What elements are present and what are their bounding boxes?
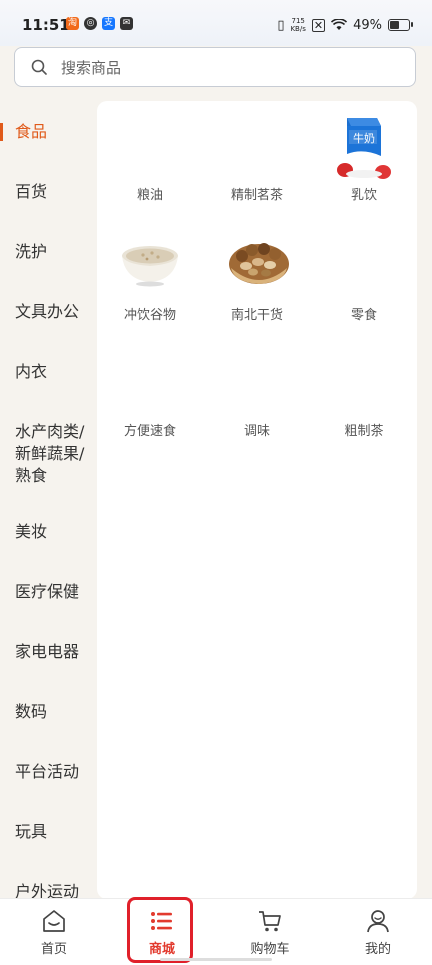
alipay-notification-icon: 支 xyxy=(102,17,115,30)
cart-icon xyxy=(259,911,281,932)
battery-percent: 49% xyxy=(353,17,382,33)
sim-off-icon: ✕ xyxy=(311,18,326,32)
sidebar-item-digital[interactable]: 数码 xyxy=(0,701,96,723)
taobao-notification-icon: 淘 xyxy=(66,17,79,30)
sidebar-item-food[interactable]: 食品 xyxy=(0,121,96,143)
subcategory-dried-goods[interactable]: 南北干货 xyxy=(207,234,307,323)
subcategory-coarse-tea[interactable]: 粗制茶 xyxy=(314,350,414,439)
subcategory-snacks[interactable]: 零食 xyxy=(314,234,414,323)
subcategory-fine-tea[interactable]: 精制茗茶 xyxy=(207,114,307,203)
subcategory-dairy-drinks[interactable]: 牛奶 乳饮 xyxy=(314,114,414,203)
home-icon xyxy=(43,910,65,932)
sidebar-item-general-goods[interactable]: 百货 xyxy=(0,181,96,203)
sidebar-item-stationery[interactable]: 文具办公 xyxy=(0,301,96,323)
vibrate-icon: ▯ xyxy=(277,17,285,33)
bottom-navigation: 首页 商城 购物车 我的 xyxy=(0,897,432,965)
sidebar-item-underwear[interactable]: 内衣 xyxy=(0,361,96,383)
subcategory-grain-oil[interactable]: 粮油 xyxy=(100,114,200,203)
active-tab-highlight xyxy=(127,897,193,963)
sidebar-item-beauty[interactable]: 美妆 xyxy=(0,521,96,543)
sidebar-item-appliances[interactable]: 家电电器 xyxy=(0,641,96,663)
user-icon xyxy=(367,910,389,933)
search-input[interactable] xyxy=(59,48,403,88)
sidebar-item-fresh-food[interactable]: 水产肉类/新鲜蔬果/熟食 xyxy=(0,421,96,487)
category-sidebar: 食品 百货 洗护 文具办公 内衣 水产肉类/新鲜蔬果/熟食 美妆 医疗保健 家电… xyxy=(0,100,96,901)
status-time: 11:51 xyxy=(22,16,70,34)
message-notification-icon: ✉ xyxy=(120,17,133,30)
search-bar[interactable] xyxy=(14,47,416,88)
sidebar-item-personal-care[interactable]: 洗护 xyxy=(0,241,96,263)
oatmeal-bowl-image xyxy=(119,234,181,296)
sidebar-item-platform-events[interactable]: 平台活动 xyxy=(0,761,96,783)
home-indicator xyxy=(160,958,272,961)
subcategory-instant-food[interactable]: 方便速食 xyxy=(100,350,200,439)
subcategory-cereal-drinks[interactable]: 冲饮谷物 xyxy=(100,234,200,323)
sidebar-item-healthcare[interactable]: 医疗保健 xyxy=(0,581,96,603)
sidebar-item-toys[interactable]: 玩具 xyxy=(0,821,96,843)
milk-carton-text: 牛奶 xyxy=(353,131,375,145)
status-bar: 11:51 淘 ◎ 支 ✉ ▯ 715 KB/s ✕ 49% xyxy=(0,0,432,46)
subcategory-seasoning[interactable]: 调味 xyxy=(207,350,307,439)
app-notification-icon: ◎ xyxy=(84,17,97,30)
subcategory-panel: 粮油 精制茗茶 牛奶 乳饮 冲饮谷物 南北干货 零食 方便速食 调味 粗制茶 xyxy=(97,101,417,899)
search-icon xyxy=(31,59,47,75)
tab-cart[interactable]: 购物车 xyxy=(216,899,324,965)
wifi-icon xyxy=(331,19,348,30)
tab-home[interactable]: 首页 xyxy=(0,899,108,965)
milk-carton-image: 牛奶 xyxy=(333,114,395,179)
battery-icon xyxy=(388,19,413,31)
network-speed: 715 KB/s xyxy=(290,17,306,33)
tab-profile[interactable]: 我的 xyxy=(324,899,432,965)
nuts-basket-image xyxy=(226,234,289,296)
